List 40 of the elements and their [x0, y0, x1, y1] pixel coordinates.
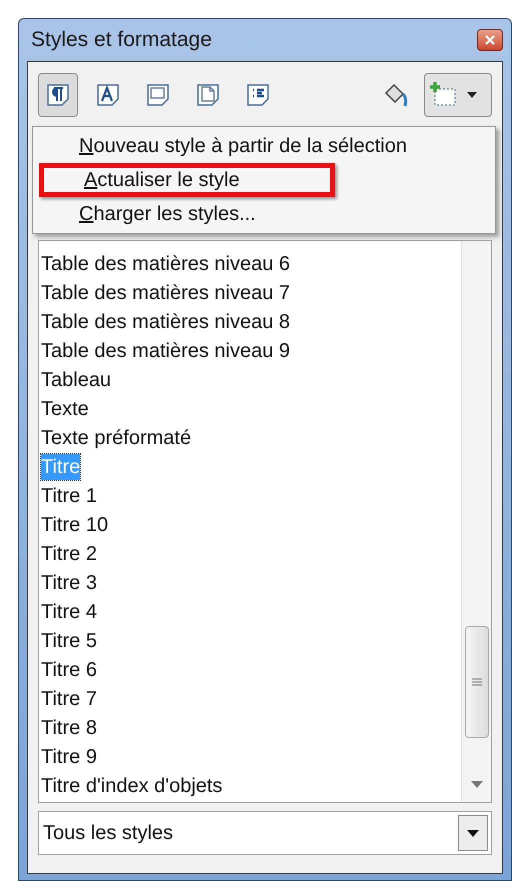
style-item[interactable]: Titre 8	[41, 714, 97, 740]
scrollbar[interactable]	[461, 241, 491, 802]
frame-icon	[145, 82, 171, 108]
style-item[interactable]: Titre 4	[41, 598, 97, 624]
style-family-button[interactable]	[38, 73, 78, 117]
letter-icon	[95, 82, 121, 108]
page-icon	[195, 82, 221, 108]
style-item[interactable]: Texte	[41, 396, 89, 422]
caret-icon	[467, 830, 479, 836]
style-item[interactable]: Table des matières niveau 7	[41, 280, 290, 306]
style-item[interactable]: Titre 5	[41, 628, 97, 654]
style-item[interactable]: Titre 10	[41, 512, 108, 538]
new-style-button[interactable]	[424, 73, 492, 117]
menu-item[interactable]: Charger les styles...	[33, 197, 495, 231]
caret-icon	[467, 92, 477, 98]
style-item[interactable]: Titre 1	[41, 482, 97, 508]
menu-item[interactable]: Actualiser le style	[39, 163, 335, 197]
menu-item[interactable]: Nouveau style à partir de la sélection	[33, 129, 495, 163]
style-item[interactable]: Titre 3	[41, 570, 97, 596]
style-item[interactable]: Tableau	[41, 366, 112, 392]
style-item[interactable]: Titre 9	[41, 744, 97, 770]
paint-bucket-icon	[382, 81, 410, 109]
filter-dropdown[interactable]: Tous les styles	[38, 811, 492, 855]
style-item[interactable]: Titre d'index d'objets	[41, 772, 222, 798]
scrollbar-thumb[interactable]	[464, 626, 488, 738]
style-item[interactable]: Table des matières niveau 9	[41, 338, 290, 364]
grip-icon	[472, 678, 482, 686]
style-item[interactable]: Titre 7	[41, 686, 97, 712]
style-item[interactable]: Titre 6	[41, 656, 97, 682]
window-title: Styles et formatage	[31, 27, 212, 54]
style-item[interactable]: Table des matières niveau 8	[41, 308, 290, 334]
dropdown-arrow-button[interactable]	[458, 815, 488, 851]
style-item[interactable]: Table des matières niveau 6	[41, 250, 290, 276]
close-icon	[485, 35, 495, 45]
list-icon	[245, 82, 271, 108]
style-item[interactable]: Titre 2	[41, 540, 97, 566]
close-button[interactable]	[477, 29, 503, 51]
scroll-down-icon[interactable]	[470, 781, 482, 788]
paragraph-icon	[45, 82, 71, 108]
style-item[interactable]: Texte préformaté	[41, 424, 192, 450]
